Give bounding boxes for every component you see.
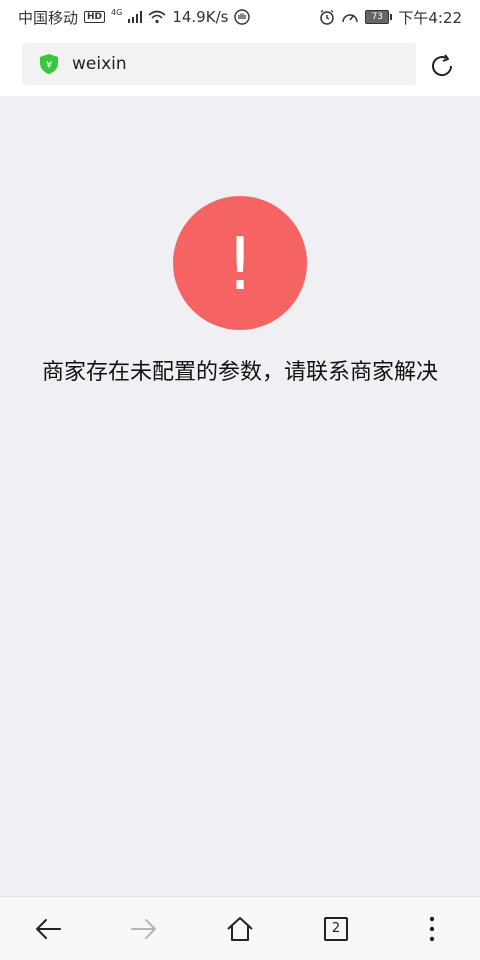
network-speed: 14.9K/s (172, 8, 229, 26)
battery-icon: 73 (365, 10, 393, 24)
alarm-icon (320, 9, 335, 25)
address-bar: ¥ weixin (0, 34, 480, 96)
reload-button[interactable] (428, 52, 456, 80)
speedometer-icon (342, 14, 359, 23)
url-text: weixin (72, 54, 127, 74)
status-bar: 中国移动 HD 4G 14.9K/s 73 下午4:22 (0, 0, 480, 34)
url-field[interactable]: ¥ weixin (22, 43, 416, 85)
clock-time: 下午4:22 (398, 8, 462, 27)
wifi-icon (148, 10, 166, 24)
network-type: 4G (111, 7, 123, 17)
reload-icon (432, 54, 453, 77)
tabs-count: 2 (324, 916, 348, 941)
error-mark: ! (230, 233, 250, 293)
error-message: 商家存在未配置的参数，请联系商家解决 (41, 360, 438, 385)
more-vertical-icon (429, 916, 435, 941)
browser-toolbar: 2 (0, 896, 480, 960)
menu-button[interactable] (408, 905, 456, 953)
back-button[interactable] (24, 905, 72, 953)
home-icon (227, 916, 253, 941)
signal-icon (128, 11, 143, 23)
hd-badge: HD (84, 11, 106, 23)
status-bar-right: 73 下午4:22 (319, 7, 462, 28)
tabs-button[interactable]: 2 (312, 905, 360, 953)
page-content: ! 商家存在未配置的参数，请联系商家解决 (0, 96, 480, 896)
shield-glyph: ¥ (46, 60, 52, 71)
battery-level: 73 (365, 10, 390, 24)
carrier-name: 中国移动 (18, 8, 79, 27)
hand-icon (234, 9, 251, 25)
error-icon: ! (173, 196, 307, 330)
forward-button[interactable] (120, 905, 168, 953)
home-button[interactable] (216, 905, 264, 953)
secure-payment-shield-icon: ¥ (40, 54, 58, 74)
arrow-right-icon (131, 918, 156, 939)
arrow-left-icon (36, 918, 61, 939)
status-bar-left: 中国移动 HD 4G 14.9K/s (18, 7, 251, 28)
